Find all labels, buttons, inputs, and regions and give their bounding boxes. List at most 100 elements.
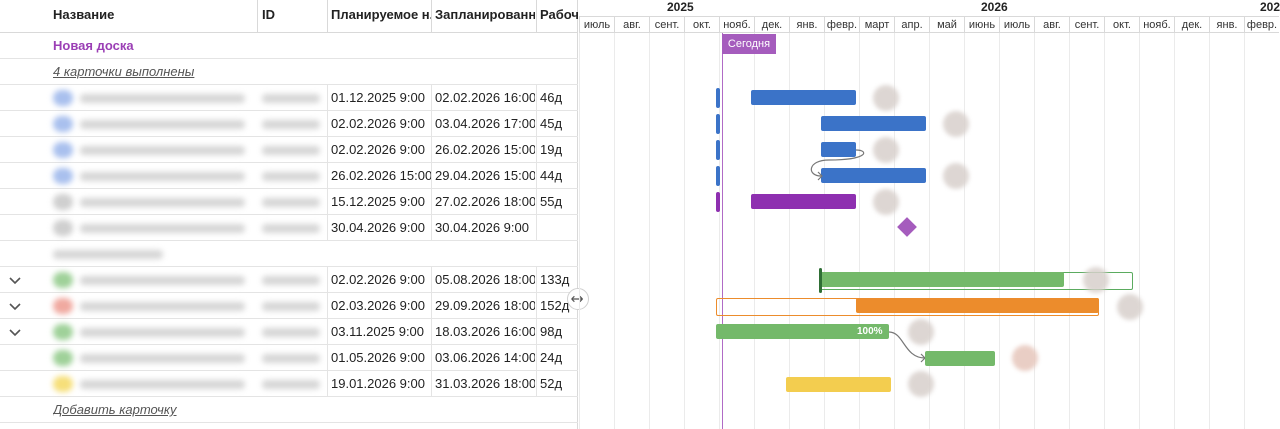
table-row[interactable]: 30.04.2026 9:00 30.04.2026 9:00 [0,215,578,241]
group-row-blurred[interactable] [0,241,578,267]
planned-start-cell[interactable]: 26.02.2026 15:00 [331,163,431,189]
avatar [53,272,73,288]
gridline [1139,33,1140,429]
month-label: февр. [824,16,859,33]
planned-end-cell[interactable]: 03.04.2026 17:00 [435,111,535,137]
planned-start-cell[interactable]: 19.01.2026 9:00 [331,371,431,397]
task-bar[interactable] [786,377,891,392]
planned-start-cell[interactable]: 02.03.2026 9:00 [331,293,431,319]
card-title-blurred [80,302,245,311]
task-table: Название ID Планируемое н... Запланирова… [0,0,578,429]
planned-start-cell[interactable]: 02.02.2026 9:00 [331,111,431,137]
add-card-row[interactable]: Добавить карточку [0,397,578,423]
gridline [1209,33,1210,429]
year-label-2026: 2026 [981,0,1008,14]
bar-start-marker [819,268,822,293]
planned-start-cell[interactable]: 30.04.2026 9:00 [331,215,431,241]
month-label: авг. [1034,16,1069,33]
table-row[interactable]: 03.11.2025 9:00 18.03.2026 16:00 98д [0,319,578,345]
chevron-down-icon[interactable] [8,267,22,293]
chevron-down-icon[interactable] [8,319,22,345]
task-bar[interactable] [925,351,995,366]
work-cell[interactable]: 46д [540,85,578,111]
table-row[interactable]: 02.03.2026 9:00 29.09.2026 18:00 152д [0,293,578,319]
planned-end-cell[interactable]: 30.04.2026 9:00 [435,215,535,241]
planned-end-cell[interactable]: 29.04.2026 15:00 [435,163,535,189]
table-row[interactable]: 19.01.2026 9:00 31.03.2026 18:00 52д [0,371,578,397]
chevron-down-icon[interactable] [8,293,22,319]
card-title-blurred [80,328,245,337]
work-cell[interactable]: 55д [540,189,578,215]
avatar [53,220,73,236]
task-bar[interactable] [751,194,856,209]
task-bar[interactable] [821,142,856,157]
work-cell[interactable]: 44д [540,163,578,189]
gridline [964,33,965,429]
done-group-row[interactable]: 4 карточки выполнены [0,59,578,85]
table-row[interactable]: 01.05.2026 9:00 03.06.2026 14:00 24д [0,345,578,371]
planned-end-cell[interactable]: 29.09.2026 18:00 [435,293,535,319]
board-row[interactable]: Новая доска [0,33,578,59]
done-cards-link[interactable]: 4 карточки выполнены [53,59,253,85]
planned-end-cell[interactable]: 31.03.2026 18:00 [435,371,535,397]
work-cell[interactable]: 45д [540,111,578,137]
column-header-id[interactable]: ID [262,0,324,32]
table-header: Название ID Планируемое н... Запланирова… [0,0,578,33]
month-label: май [929,16,964,33]
column-header-planned-end[interactable]: Запланированн... [435,0,535,32]
task-bar[interactable] [821,168,926,183]
planned-start-cell[interactable]: 02.02.2026 9:00 [331,267,431,293]
today-marker[interactable]: Сегодня [722,34,776,54]
planned-end-cell[interactable]: 27.02.2026 18:00 [435,189,535,215]
table-row[interactable]: 02.02.2026 9:00 05.08.2026 18:00 133д [0,267,578,293]
planned-start-cell[interactable]: 01.12.2025 9:00 [331,85,431,111]
today-line [722,33,723,429]
card-id-blurred [262,302,320,311]
planned-end-cell[interactable]: 02.02.2026 16:00 [435,85,535,111]
table-row[interactable]: 26.02.2026 15:00 29.04.2026 15:00 44д [0,163,578,189]
planned-end-cell[interactable]: 18.03.2026 16:00 [435,319,535,345]
work-cell[interactable]: 98д [540,319,578,345]
month-label: нояб. [719,16,754,33]
board-title[interactable]: Новая доска [53,33,253,59]
month-label: янв. [789,16,824,33]
card-id-blurred [262,146,320,155]
avatar [53,90,73,106]
planned-end-cell[interactable]: 03.06.2026 14:00 [435,345,535,371]
table-row[interactable]: 02.02.2026 9:00 03.04.2026 17:00 45д [0,111,578,137]
month-label: янв. [1209,16,1244,33]
card-title-blurred [80,354,245,363]
planned-start-cell[interactable]: 15.12.2025 9:00 [331,189,431,215]
planned-start-cell[interactable]: 01.05.2026 9:00 [331,345,431,371]
card-title-blurred [80,94,245,103]
column-header-name[interactable]: Название [53,0,253,32]
table-row[interactable]: 15.12.2025 9:00 27.02.2026 18:00 55д [0,189,578,215]
column-header-planned-start[interactable]: Планируемое н... [331,0,431,32]
card-id-blurred [262,328,320,337]
bar-start-marker [716,88,720,108]
work-cell[interactable]: 19д [540,137,578,163]
task-bar[interactable] [751,90,856,105]
planned-end-cell[interactable]: 26.02.2026 15:00 [435,137,535,163]
planned-start-cell[interactable]: 02.02.2026 9:00 [331,137,431,163]
card-id-blurred [262,172,320,181]
add-card-link[interactable]: Добавить карточку [53,397,253,423]
work-cell[interactable]: 52д [540,371,578,397]
avatar [53,194,73,210]
card-id-blurred [262,94,320,103]
milestone-diamond[interactable] [897,217,917,237]
column-header-work[interactable]: Рабоч [540,0,578,32]
work-cell[interactable]: 24д [540,345,578,371]
table-row[interactable]: 01.12.2025 9:00 02.02.2026 16:00 46д [0,85,578,111]
planned-start-cell[interactable]: 03.11.2025 9:00 [331,319,431,345]
avatar [53,142,73,158]
task-bar[interactable] [856,298,1099,313]
task-bar[interactable] [819,272,1064,287]
table-row[interactable]: 02.02.2026 9:00 26.02.2026 15:00 19д [0,137,578,163]
avatar [1117,294,1143,320]
avatar [53,298,73,314]
planned-end-cell[interactable]: 05.08.2026 18:00 [435,267,535,293]
work-cell[interactable] [540,215,578,241]
task-bar[interactable] [821,116,926,131]
month-label: сент. [1069,16,1104,33]
